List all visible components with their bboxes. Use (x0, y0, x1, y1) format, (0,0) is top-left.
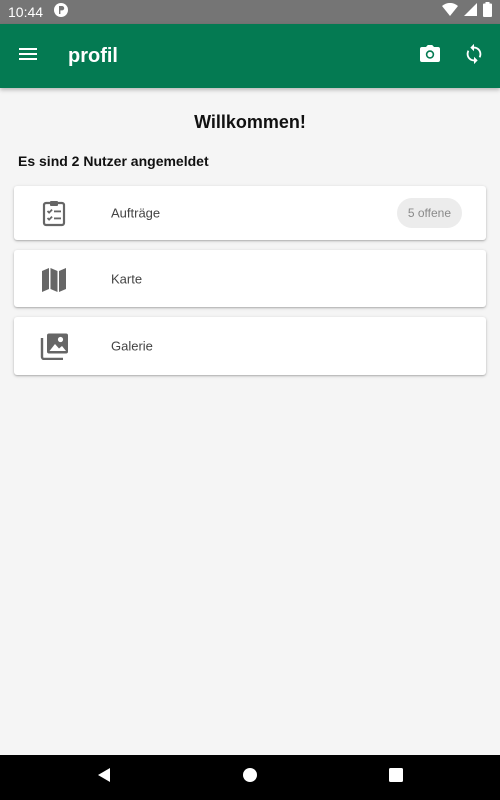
back-button[interactable] (31, 755, 177, 800)
notification-app-icon (53, 2, 69, 23)
map-icon (40, 265, 68, 293)
gallery-icon (40, 332, 68, 361)
recents-button[interactable] (323, 755, 469, 800)
menu-button[interactable] (2, 24, 54, 88)
wifi-icon (442, 2, 458, 22)
app-bar: profil (0, 24, 500, 88)
menu-icon (18, 46, 38, 67)
home-button[interactable] (177, 755, 323, 800)
camera-button[interactable] (408, 24, 452, 88)
card-karte[interactable]: Karte (14, 250, 486, 307)
home-icon (242, 767, 258, 788)
status-bar: 10:44 (0, 0, 500, 24)
welcome-heading: Willkommen! (194, 112, 306, 132)
card-label-auftraege: Aufträge (111, 205, 161, 221)
card-galerie[interactable]: Galerie (14, 317, 486, 375)
back-icon (97, 767, 111, 788)
status-bar-right (442, 2, 492, 22)
system-nav-bar (0, 755, 500, 800)
open-orders-badge: 5 offene (396, 198, 462, 228)
status-time: 10:44 (8, 4, 44, 20)
camera-icon (419, 44, 441, 69)
card-label-galerie: Galerie (111, 338, 153, 354)
status-bar-left: 10:44 (8, 2, 69, 23)
sync-button[interactable] (452, 24, 496, 88)
recents-icon (389, 768, 403, 787)
battery-icon (483, 2, 492, 22)
card-auftraege[interactable]: Aufträge 5 offene (14, 186, 486, 240)
page-title: profil (68, 44, 118, 67)
sync-icon (463, 43, 485, 70)
card-label-karte: Karte (111, 271, 143, 286)
logged-in-users-text: Es sind 2 Nutzer angemeldet (18, 153, 209, 169)
cell-signal-icon (464, 3, 477, 21)
clipboard-checklist-icon (40, 199, 68, 227)
